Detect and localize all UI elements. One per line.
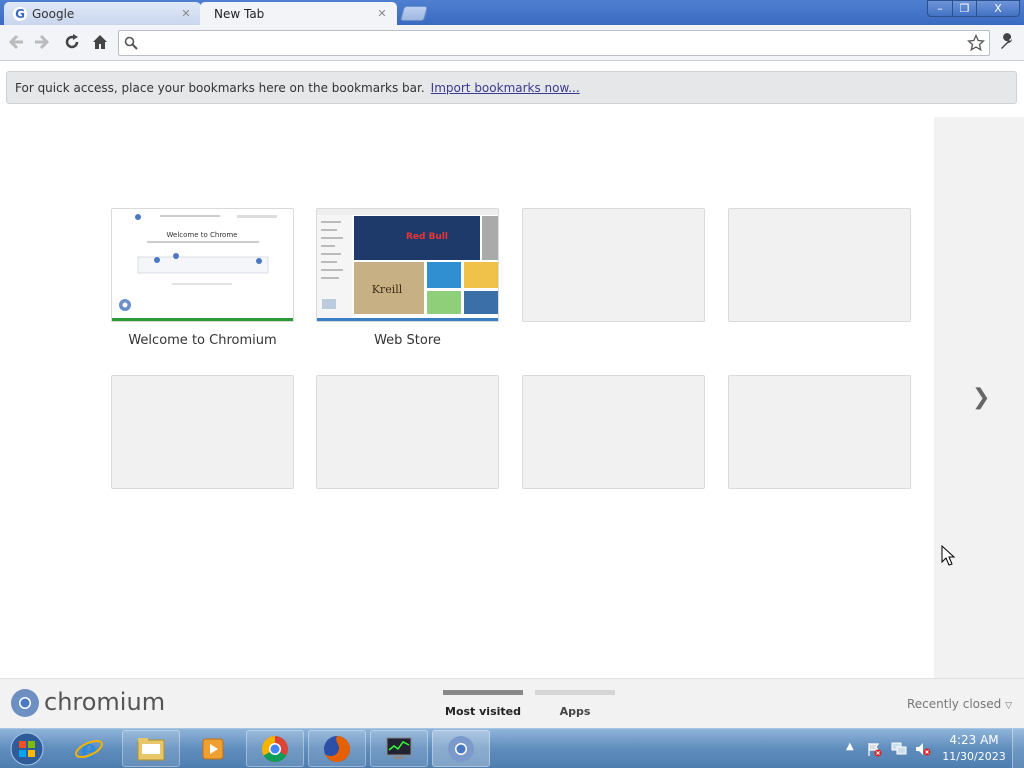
tray-expand-icon[interactable]: ▲: [846, 741, 854, 752]
taskbar-internet-explorer[interactable]: e: [60, 730, 118, 767]
close-icon[interactable]: ✕: [179, 7, 193, 21]
taskbar-firefox[interactable]: [308, 730, 366, 767]
taskbar-chromium[interactable]: [432, 730, 490, 767]
close-icon[interactable]: ✕: [375, 7, 389, 21]
mouse-cursor-icon: [941, 545, 956, 566]
thumbnail-empty[interactable]: [522, 208, 705, 322]
chevron-right-icon[interactable]: ❯: [972, 385, 990, 410]
welcome-heading: Welcome to Chrome: [167, 231, 238, 239]
address-input[interactable]: [143, 34, 963, 52]
svg-text:G: G: [15, 7, 25, 21]
wrench-menu-button[interactable]: [996, 31, 1018, 53]
tab-apps[interactable]: Apps: [535, 690, 615, 718]
taskbar-chrome[interactable]: [246, 730, 304, 767]
chromium-wordmark: chromium: [44, 688, 166, 716]
thumbnail-accent-bar: [112, 318, 293, 321]
thumbnail-accent-bar: [317, 318, 498, 321]
google-favicon-icon: G: [13, 6, 27, 21]
bookmark-bar-notice: For quick access, place your bookmarks h…: [6, 71, 1017, 104]
thumbnail-empty[interactable]: [316, 375, 499, 489]
close-window-button[interactable]: X: [976, 0, 1020, 17]
system-monitor-icon: [386, 737, 412, 759]
thumbnail-empty[interactable]: [111, 375, 294, 489]
thumbnail-welcome-to-chromium[interactable]: Welcome to Chrome: [111, 208, 294, 322]
volume-muted-icon[interactable]: [914, 741, 932, 757]
thumbnail-empty[interactable]: [728, 375, 911, 489]
new-tab-page: Welcome to Chrome Welcome to Chromium Re…: [0, 117, 1024, 678]
bookmark-bar-text: For quick access, place your bookmarks h…: [15, 80, 425, 95]
web-store-tile-text: Kreill: [372, 283, 403, 296]
media-player-icon: [202, 738, 224, 759]
firefox-icon: [324, 735, 350, 762]
chromium-icon: [448, 735, 474, 762]
new-tab-footer: chromium Most visited Apps Recently clos…: [0, 678, 1024, 728]
taskbar-media-player[interactable]: [184, 730, 242, 767]
thumbnail-title[interactable]: Welcome to Chromium: [111, 333, 294, 348]
minimize-button[interactable]: –: [927, 0, 953, 17]
bookmark-star-icon[interactable]: [967, 34, 985, 52]
taskbar-file-explorer[interactable]: [122, 730, 180, 767]
thumbnail-title[interactable]: Web Store: [316, 333, 499, 348]
clock-time[interactable]: 4:23 AM: [944, 733, 1004, 747]
home-button[interactable]: [89, 31, 111, 53]
back-arrow-icon: [8, 34, 23, 50]
tab-new-tab[interactable]: New Tab ✕: [200, 2, 397, 25]
action-center-flag-icon[interactable]: [866, 741, 882, 757]
new-tab-button[interactable]: [399, 6, 429, 21]
title-bar: G Google ✕ New Tab ✕ – ❐ X: [0, 0, 1024, 25]
maximize-button[interactable]: ❐: [952, 0, 977, 17]
network-icon[interactable]: [890, 741, 908, 757]
search-icon: [124, 36, 138, 50]
tab-title: Google: [32, 6, 75, 21]
windows-taskbar: e ▲ 4:23 AM 11/30/2023: [0, 728, 1024, 768]
chrome-icon: [261, 735, 288, 762]
home-icon: [93, 35, 107, 49]
forward-button[interactable]: [31, 31, 53, 53]
wrench-icon: [1001, 33, 1012, 49]
tab-google[interactable]: G Google ✕: [4, 2, 201, 25]
show-desktop-button[interactable]: [1012, 729, 1024, 768]
thumbnail-empty[interactable]: [728, 208, 911, 322]
tab-title: New Tab: [214, 6, 265, 21]
reload-icon: [65, 34, 79, 49]
reload-button[interactable]: [61, 31, 83, 53]
tab-most-visited[interactable]: Most visited: [443, 690, 523, 718]
clock-date[interactable]: 11/30/2023: [940, 750, 1008, 763]
svg-text:e: e: [81, 735, 98, 764]
recently-closed-label: Recently closed: [907, 697, 1002, 711]
toolbar: [0, 25, 1024, 61]
chromium-logo-icon: [11, 689, 39, 717]
chevron-down-icon: ▽: [1005, 701, 1012, 711]
internet-explorer-icon: e: [75, 735, 103, 764]
import-bookmarks-link[interactable]: Import bookmarks now...: [431, 81, 580, 95]
thumbnail-web-store[interactable]: Red Bull Kreill: [316, 208, 499, 322]
start-orb-icon[interactable]: [6, 731, 48, 767]
folder-icon: [137, 737, 165, 760]
web-store-preview: Red Bull Kreill: [317, 209, 498, 318]
back-button[interactable]: [5, 31, 27, 53]
forward-arrow-icon: [35, 34, 50, 50]
recently-closed-menu[interactable]: Recently closed ▽: [907, 697, 1012, 711]
omnibox[interactable]: [118, 30, 990, 56]
taskbar-system-monitor[interactable]: [370, 730, 428, 767]
thumbnail-empty[interactable]: [522, 375, 705, 489]
web-store-banner-text: Red Bull: [406, 232, 448, 242]
welcome-page-preview: Welcome to Chrome: [112, 209, 293, 318]
